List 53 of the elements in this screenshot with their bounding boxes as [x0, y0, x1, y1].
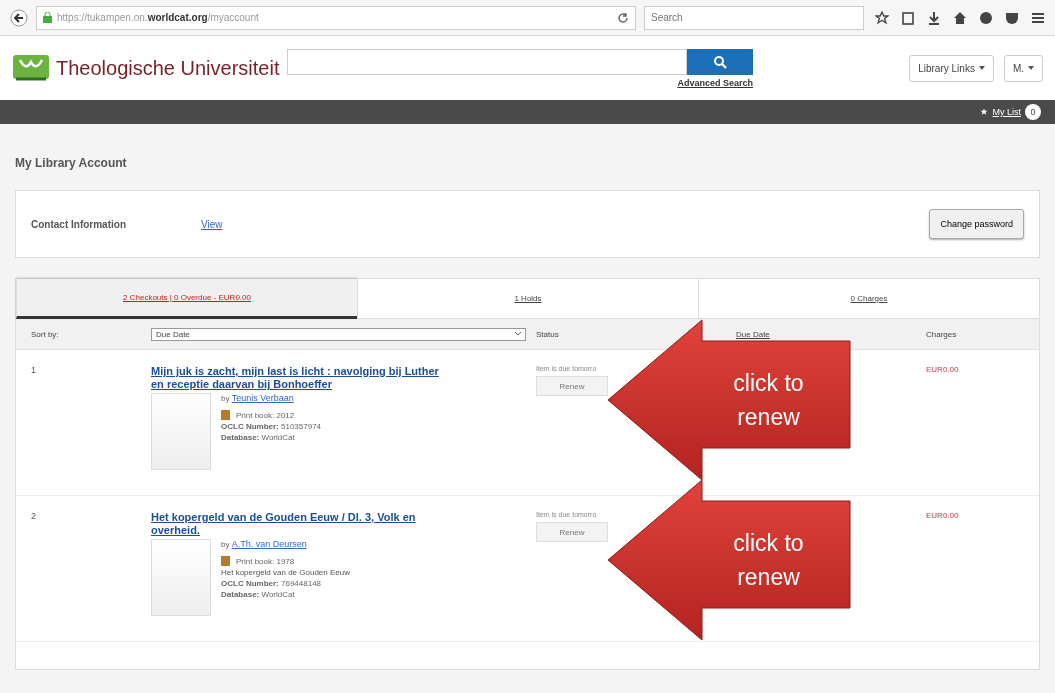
download-icon[interactable]: [927, 10, 941, 25]
circle-icon[interactable]: [979, 10, 993, 25]
contact-label: Contact Information: [31, 218, 127, 230]
series-text: Het kopergeld van de Gouden Eeuw: [221, 568, 350, 577]
oclc-number: OCLC Number: 769448148: [221, 579, 323, 588]
author-line: by A.Th. van Deursen: [221, 539, 308, 549]
lock-icon: [43, 12, 52, 23]
column-header: Charges: [926, 329, 958, 339]
advanced-search-link[interactable]: Advanced Search: [677, 77, 753, 88]
browser-search-field[interactable]: Search: [644, 5, 864, 30]
reload-icon[interactable]: [617, 11, 629, 24]
due-date-sort-link[interactable]: Due Date: [736, 329, 770, 339]
row-number: 1: [31, 365, 37, 377]
format-text: Print book: 2012: [236, 410, 295, 420]
author-line: by Teunis Verbaan: [221, 393, 295, 403]
book-icon: [221, 410, 230, 420]
view-link[interactable]: View: [201, 218, 223, 230]
tab[interactable]: 2 Checkouts | 0 Overdue - EUR0.00: [16, 279, 357, 319]
shield-icon[interactable]: [1005, 10, 1019, 25]
my-list-link[interactable]: My List: [992, 107, 1021, 117]
star-icon: [980, 108, 989, 116]
caret-icon: [978, 66, 985, 70]
database-text: Database: WorldCat: [221, 433, 296, 442]
library-links-dropdown[interactable]: Library Links: [909, 54, 994, 82]
search-icon: [713, 54, 727, 69]
database-text: Database: WorldCat: [221, 590, 296, 599]
renew-button[interactable]: Renew: [536, 376, 608, 396]
row-number: 2: [31, 511, 37, 523]
caret-icon: [1028, 66, 1034, 70]
university-name[interactable]: Theologische Universiteit: [56, 56, 281, 80]
column-header: Status: [536, 329, 560, 339]
user-menu-dropdown[interactable]: M.: [1003, 54, 1043, 82]
book-title-link[interactable]: Mijn juk is zacht, mijn last is licht : navolging bij Luther en receptie daarvan bij Bonhoeffer: [151, 365, 441, 391]
sort-dropdown[interactable]: Due Date: [151, 327, 526, 341]
search-field[interactable]: [287, 48, 687, 75]
search-button[interactable]: [687, 48, 753, 75]
change-password-button[interactable]: Change password: [929, 209, 1024, 239]
format-text: Print book: 1978: [236, 556, 295, 566]
renew-button[interactable]: Renew: [536, 522, 608, 542]
charge-amount: EUR0.00: [926, 511, 960, 522]
list-count-badge: 0: [1025, 104, 1041, 120]
page-title: My Library Account: [15, 155, 128, 172]
star-icon[interactable]: [875, 10, 889, 25]
chevron-down-icon: [515, 332, 521, 336]
book-icon: [221, 556, 230, 566]
url-text: https://tukampen.on.worldcat.org/myaccount: [57, 12, 260, 23]
sort-label: Sort by:: [31, 329, 60, 339]
oclc-number: OCLC Number: 510357974: [221, 422, 322, 431]
charge-amount: EUR0.00: [926, 365, 960, 376]
address-bar[interactable]: https://tukampen.on.worldcat.org/myaccount: [36, 5, 636, 30]
menu-icon[interactable]: [1031, 10, 1045, 25]
book-title-link[interactable]: Het kopergeld van de Gouden Eeuw / Dl. 3, Volk en overheid.: [151, 511, 441, 537]
home-icon[interactable]: [953, 10, 967, 25]
